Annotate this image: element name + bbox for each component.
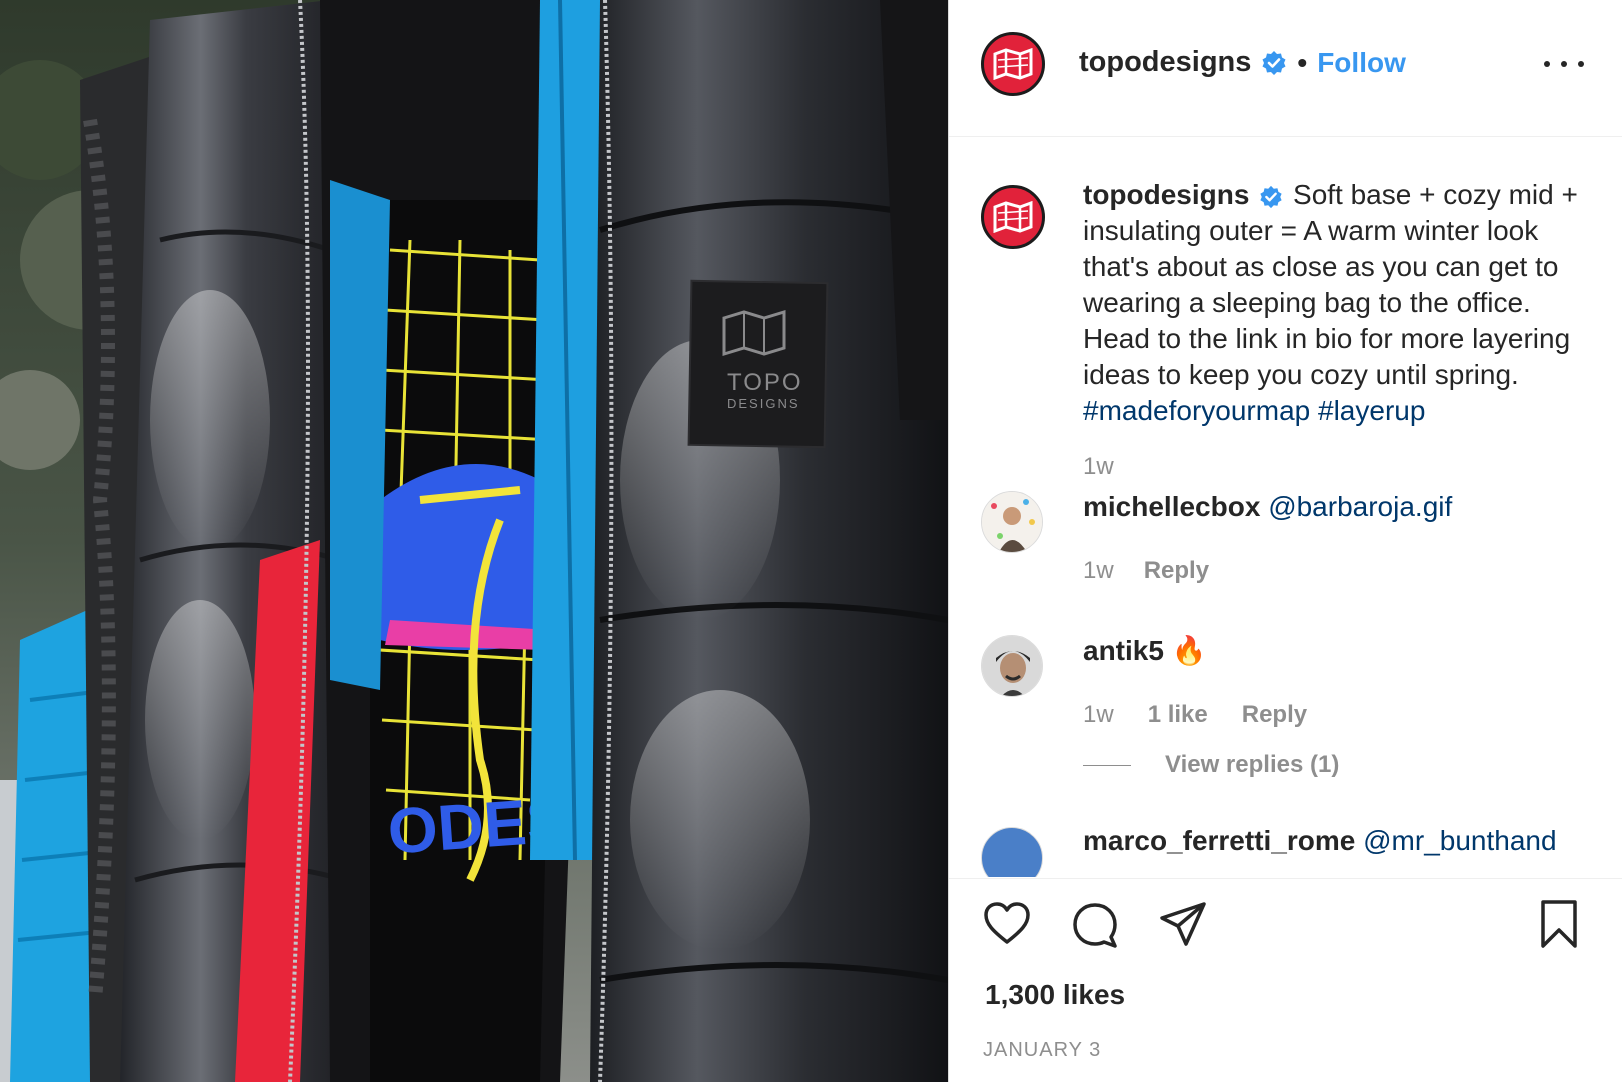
comment-time[interactable]: 1w: [1083, 557, 1114, 585]
hashtag-link[interactable]: #madeforyourmap: [1083, 395, 1310, 426]
comment-body: marco_ferretti_rome @mr_bunthand: [1083, 823, 1557, 859]
topo-designs-patch: TOPO DESIGNS: [687, 279, 829, 449]
likes-count[interactable]: 1,300 likes: [985, 979, 1125, 1011]
comment-likes[interactable]: 1 like: [1148, 701, 1208, 729]
user-photo: [982, 492, 1042, 552]
header-username[interactable]: topodesigns: [1079, 46, 1251, 79]
comment-time[interactable]: 1w: [1083, 701, 1114, 729]
post-date[interactable]: JANUARY 3: [983, 1039, 1101, 1062]
comment-avatar[interactable]: [981, 635, 1043, 697]
mention-link[interactable]: @mr_bunthand: [1363, 825, 1556, 856]
patch-text-designs: DESIGNS: [727, 396, 800, 411]
map-logo-icon: [993, 201, 1033, 233]
view-replies-button[interactable]: View replies (1): [1083, 751, 1339, 779]
fire-emoji: 🔥: [1171, 635, 1207, 666]
map-logo-icon: [993, 48, 1033, 80]
caption: topodesigns Soft base + cozy mid + insul…: [1083, 177, 1593, 429]
comment-username[interactable]: michellecbox: [1083, 491, 1260, 522]
caption-avatar[interactable]: [981, 185, 1045, 249]
verified-badge-icon: [1262, 50, 1286, 75]
comment-body: michellecbox @barbaroja.gif: [1083, 489, 1452, 525]
view-replies-label: View replies (1): [1165, 751, 1340, 778]
comments-list[interactable]: topodesigns Soft base + cozy mid + insul…: [949, 137, 1622, 877]
caption-time[interactable]: 1w: [1083, 453, 1114, 481]
comment-username[interactable]: antik5: [1083, 635, 1164, 666]
author-avatar[interactable]: [981, 32, 1045, 96]
caption-username[interactable]: topodesigns: [1083, 179, 1249, 210]
bookmark-icon[interactable]: [1539, 899, 1579, 949]
heart-icon[interactable]: [983, 901, 1031, 945]
post-header: topodesigns • Follow: [949, 0, 1622, 137]
comment-avatar[interactable]: [981, 491, 1043, 553]
user-photo: [982, 636, 1042, 696]
patch-text-topo: TOPO: [727, 369, 803, 396]
verified-badge-icon: [1260, 185, 1282, 208]
comment-icon[interactable]: [1071, 901, 1119, 949]
hashtag-link[interactable]: #layerup: [1318, 395, 1425, 426]
reply-button[interactable]: Reply: [1144, 557, 1209, 585]
share-icon[interactable]: [1159, 901, 1207, 947]
comment-username[interactable]: marco_ferretti_rome: [1083, 825, 1355, 856]
post-side-panel: topodesigns • Follow topodesigns Soft ba…: [948, 0, 1622, 1082]
reply-button[interactable]: Reply: [1242, 701, 1307, 729]
comment-body: antik5 🔥: [1083, 633, 1207, 669]
follow-button[interactable]: Follow: [1317, 47, 1406, 79]
post-photo[interactable]: ODES TOPO DESIGNS: [0, 0, 948, 1082]
caption-text: Soft base + cozy mid + insulating outer …: [1083, 179, 1578, 390]
jacket-photo-illustration: ODES TOPO DESIGNS: [0, 0, 948, 1082]
mention-link[interactable]: @barbaroja.gif: [1268, 491, 1452, 522]
replies-divider: [1083, 764, 1131, 766]
header-separator: •: [1297, 46, 1308, 78]
post-actions: 1,300 likes JANUARY 3: [949, 878, 1622, 1083]
comment-avatar[interactable]: [981, 827, 1043, 877]
more-options-icon[interactable]: [1544, 52, 1584, 76]
comment-meta: 1w Reply: [1083, 557, 1209, 585]
comment-meta: 1w 1 like Reply: [1083, 701, 1307, 729]
